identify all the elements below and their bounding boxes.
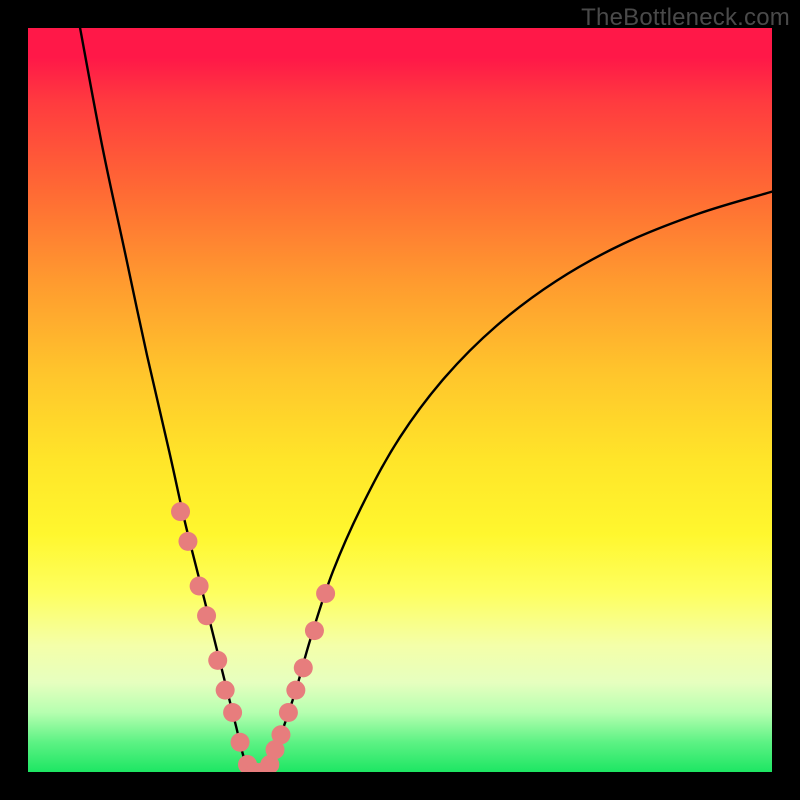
marker-point — [294, 658, 313, 677]
marker-point — [197, 606, 216, 625]
plot-area — [28, 28, 772, 772]
marker-point — [305, 621, 324, 640]
bottleneck-curve — [80, 28, 772, 772]
watermark-text: TheBottleneck.com — [581, 4, 790, 32]
curve-layer — [28, 28, 772, 772]
marker-point — [231, 733, 250, 752]
marker-point — [316, 584, 335, 603]
marker-point — [178, 532, 197, 551]
marker-group — [171, 502, 335, 772]
marker-point — [286, 681, 305, 700]
marker-point — [271, 725, 290, 744]
marker-point — [190, 577, 209, 596]
marker-point — [208, 651, 227, 670]
marker-point — [279, 703, 298, 722]
marker-point — [171, 502, 190, 521]
marker-point — [223, 703, 242, 722]
marker-point — [216, 681, 235, 700]
chart-frame: TheBottleneck.com — [0, 0, 800, 800]
